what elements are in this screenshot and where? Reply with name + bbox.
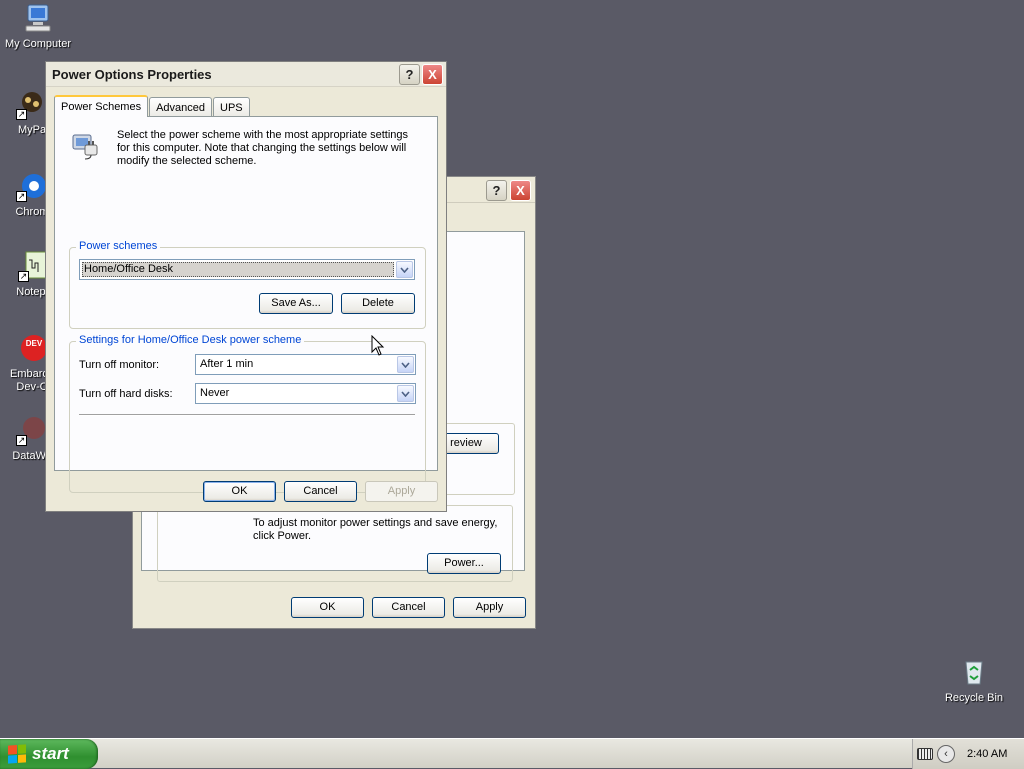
tab-ups[interactable]: UPS (213, 97, 250, 116)
ok-button[interactable]: OK (203, 481, 276, 502)
apply-button[interactable]: Apply (365, 481, 438, 502)
recycle-bin-icon (958, 656, 990, 688)
cancel-button[interactable]: Cancel (372, 597, 445, 618)
close-button[interactable]: X (422, 64, 443, 85)
chrome-icon: ↗ (16, 170, 48, 202)
selected-scheme: Home/Office Desk (84, 263, 174, 275)
group-title: Settings for Home/Office Desk power sche… (76, 334, 305, 346)
intro-text: Select the power scheme with the most ap… (117, 129, 409, 167)
tab-strip: Power Schemes Advanced UPS (54, 95, 251, 117)
monitor-label: Turn off monitor: (79, 359, 160, 371)
svg-text:DEV: DEV (26, 339, 43, 348)
hard-disks-label: Turn off hard disks: (79, 388, 173, 400)
ok-button[interactable]: OK (291, 597, 364, 618)
desktop-icon-label: Recycle Bin (944, 692, 1004, 704)
help-button[interactable]: ? (399, 64, 420, 85)
chevron-down-icon[interactable] (397, 385, 414, 402)
app-icon: ↗ (16, 88, 48, 120)
taskbar: start ‹ 2:40 AM (0, 738, 1024, 769)
computer-icon (22, 2, 54, 34)
desktop-icon-my-computer[interactable]: My Computer (0, 2, 76, 51)
power-button[interactable]: Power... (427, 553, 501, 574)
keyboard-icon[interactable] (917, 748, 933, 760)
power-schemes-panel: Select the power scheme with the most ap… (54, 116, 438, 493)
dev-cpp-icon: DEV (16, 332, 48, 364)
start-button[interactable]: start (0, 739, 98, 769)
desktop-icon-recycle-bin[interactable]: Recycle Bin (936, 656, 1012, 705)
monitor-power-description: To adjust monitor power settings and sav… (253, 517, 498, 542)
dialog-title: Power Options Properties (52, 67, 212, 82)
title-bar[interactable]: Power Options Properties ? X (46, 62, 446, 87)
close-button[interactable]: X (510, 180, 531, 201)
shortcut-arrow-icon: ↗ (16, 109, 27, 120)
mouse-cursor-icon (371, 334, 385, 357)
power-scheme-select[interactable]: Home/Office Desk (79, 259, 415, 280)
hard-disks-timeout-select[interactable]: Never (195, 383, 416, 404)
monitor-timeout-value: After 1 min (200, 358, 254, 370)
chevron-down-icon[interactable] (397, 356, 414, 373)
shortcut-arrow-icon: ↗ (16, 191, 27, 202)
tab-power-schemes[interactable]: Power Schemes (54, 95, 149, 117)
chevron-down-icon[interactable] (396, 261, 413, 278)
save-as-button[interactable]: Save As... (259, 293, 333, 314)
desktop-icon-label: My Computer (4, 38, 72, 50)
tab-advanced[interactable]: Advanced (149, 97, 213, 116)
database-icon: ↗ (16, 414, 48, 446)
cancel-button[interactable]: Cancel (284, 481, 357, 502)
shortcut-arrow-icon: ↗ (18, 271, 29, 282)
apply-button[interactable]: Apply (453, 597, 526, 618)
clock[interactable]: 2:40 AM (967, 748, 1007, 760)
separator (79, 414, 415, 416)
power-plug-icon (69, 127, 103, 161)
help-button[interactable]: ? (486, 180, 507, 201)
hard-disks-timeout-value: Never (200, 387, 230, 399)
power-options-dialog[interactable]: Power Options Properties ? X Power Schem… (45, 61, 447, 512)
system-tray: ‹ 2:40 AM (912, 739, 1024, 769)
shortcut-arrow-icon: ↗ (16, 435, 27, 446)
group-title: Power schemes (76, 240, 161, 252)
delete-button[interactable]: Delete (341, 293, 415, 314)
windows-logo-icon (8, 744, 26, 764)
monitor-timeout-select[interactable]: After 1 min (195, 354, 416, 375)
start-label: start (32, 744, 69, 763)
show-hidden-icons-chevron-icon[interactable]: ‹ (937, 745, 955, 763)
